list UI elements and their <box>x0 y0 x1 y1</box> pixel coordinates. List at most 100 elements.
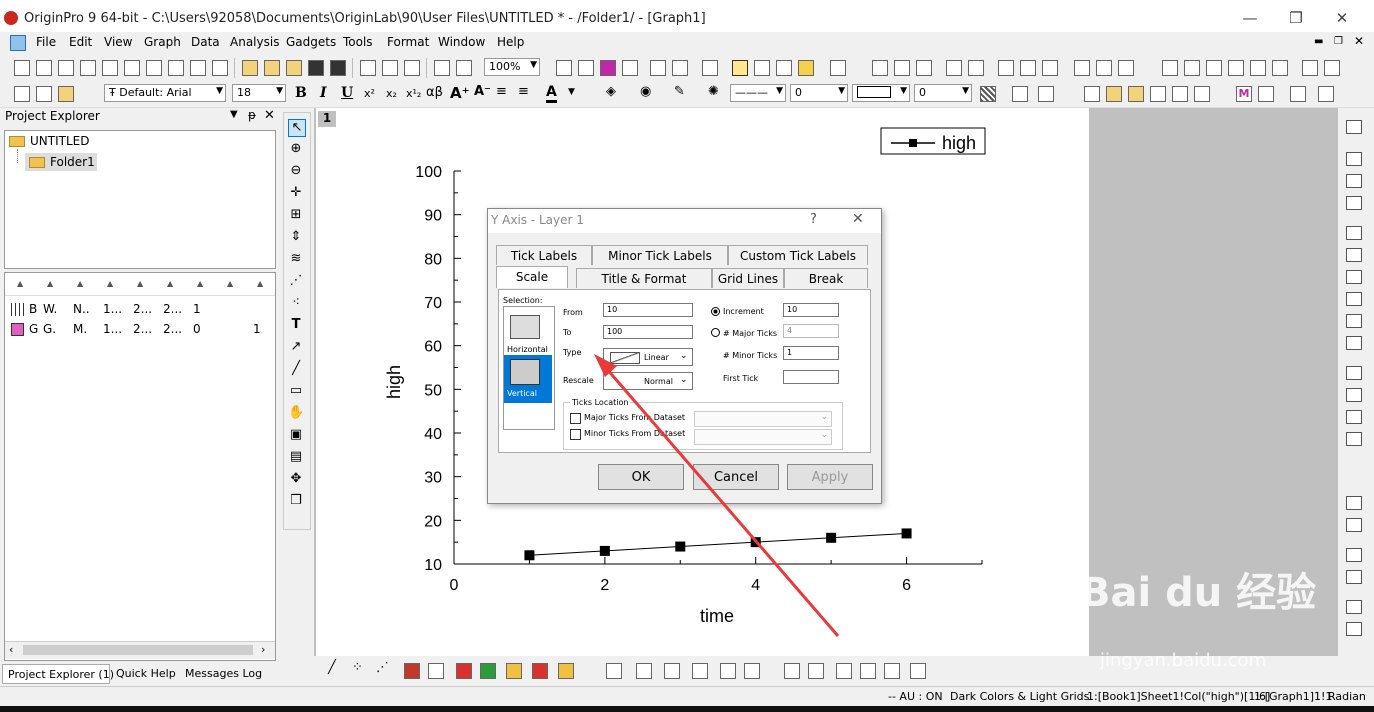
scrollbar-thumb[interactable] <box>23 645 253 655</box>
scatter-plot-icon[interactable]: ⁘ <box>352 660 368 676</box>
panel-menu-icon[interactable]: ▼ <box>230 109 238 120</box>
area-plot-icon[interactable] <box>480 663 496 679</box>
layer-merge-icon[interactable] <box>1346 174 1362 188</box>
save-template-icon[interactable] <box>330 60 346 76</box>
tree-item-folder1[interactable]: Folder1 <box>25 153 97 171</box>
to-input[interactable]: 100 <box>603 325 693 339</box>
major-dataset-select[interactable]: ⌄ <box>694 411 832 427</box>
distribute-icon[interactable] <box>1194 86 1210 102</box>
3d-wire-icon[interactable] <box>664 663 680 679</box>
set-values-icon[interactable] <box>946 60 962 76</box>
selection-vertical-item[interactable]: Vertical <box>504 355 552 403</box>
apply-button[interactable]: Apply <box>787 464 873 490</box>
box-plot-icon[interactable] <box>456 663 472 679</box>
light-icon[interactable] <box>910 663 926 679</box>
data-point[interactable] <box>750 537 761 548</box>
code-builder-icon[interactable] <box>650 60 666 76</box>
axis-left-icon[interactable] <box>1346 270 1362 284</box>
decrease-font-icon[interactable]: A⁻ <box>474 84 491 99</box>
tab-grid-lines[interactable]: Grid Lines <box>712 268 784 288</box>
hatch-pattern-icon[interactable] <box>980 86 996 102</box>
horizontal-scrollbar[interactable]: ‹ › <box>5 641 275 659</box>
region-mask-icon[interactable]: ≋ <box>288 251 304 267</box>
column-chart-icon[interactable] <box>998 60 1014 76</box>
tab-minor-tick-labels[interactable]: Minor Tick Labels <box>592 245 728 265</box>
project-explorer-icon[interactable] <box>702 60 718 76</box>
line-width-select[interactable]: 0 ▼ <box>790 84 848 102</box>
x-tick-label[interactable]: 0 <box>450 577 459 594</box>
major-ticks-radio[interactable] <box>711 328 720 337</box>
sort-arrow-icon[interactable]: ▲ <box>77 279 83 288</box>
line-symbol-plot-icon[interactable]: ⋰ <box>376 660 392 676</box>
font-size-select[interactable]: 18 ▼ <box>232 84 286 102</box>
axis-both-icon[interactable] <box>1346 314 1362 328</box>
y-tick-label[interactable]: 10 <box>424 557 442 574</box>
timestamp-icon[interactable] <box>1346 410 1362 424</box>
data-point[interactable] <box>675 541 686 552</box>
new-graph-icon[interactable] <box>102 60 118 76</box>
mask-range-icon[interactable] <box>1258 86 1274 102</box>
y-tick-label[interactable]: 50 <box>424 382 442 399</box>
menu-window[interactable]: Window <box>438 35 485 49</box>
fill-pattern-icon[interactable] <box>1012 86 1028 102</box>
new-workbook-icon[interactable] <box>36 60 52 76</box>
perspective-icon[interactable] <box>836 663 852 679</box>
pointer-mode-icon[interactable] <box>732 60 748 76</box>
line-style-select[interactable]: ——— ▼ <box>730 84 786 102</box>
ungroup-icon[interactable] <box>1150 86 1166 102</box>
minimize-button[interactable]: — <box>1238 8 1262 28</box>
set-none-icon[interactable] <box>1272 60 1288 76</box>
tree-item-untitled[interactable]: UNTITLED <box>30 134 89 148</box>
set-label-icon[interactable] <box>1250 60 1266 76</box>
clear-x-icon[interactable] <box>1162 60 1178 76</box>
3d-bar-icon[interactable] <box>636 663 652 679</box>
stack-chart-icon[interactable] <box>1042 60 1058 76</box>
new-legend-icon[interactable] <box>1346 388 1362 402</box>
tab-scale[interactable]: Scale <box>496 266 568 288</box>
superscript-icon[interactable]: x² <box>364 87 375 100</box>
filter-clear-icon[interactable] <box>1096 60 1112 76</box>
x-tick-label[interactable]: 2 <box>600 577 609 594</box>
set-error-icon[interactable] <box>1228 60 1244 76</box>
major-dataset-checkbox[interactable] <box>570 413 581 424</box>
3d-scatter-icon[interactable] <box>692 663 708 679</box>
sort-arrow-icon[interactable]: ▲ <box>167 279 173 288</box>
from-input[interactable]: 10 <box>603 303 693 317</box>
align-left-icon[interactable]: ≡ <box>496 84 507 99</box>
font-color-icon[interactable]: A <box>546 84 557 103</box>
statistics-icon[interactable] <box>894 60 910 76</box>
image-plot-icon[interactable] <box>720 663 736 679</box>
column-plot-icon[interactable] <box>404 663 420 679</box>
series-line[interactable] <box>529 532 907 556</box>
mdi-close-icon[interactable]: ✕ <box>1354 34 1364 48</box>
x-axis-title[interactable]: time <box>700 606 734 626</box>
open-icon[interactable] <box>242 60 258 76</box>
sort-arrow-icon[interactable]: ▲ <box>17 279 23 288</box>
y-tick-label[interactable]: 20 <box>424 513 442 530</box>
zoom-in-icon[interactable]: ⊕ <box>288 141 304 157</box>
dialog-close-button[interactable]: ✕ <box>852 211 864 227</box>
new-project-icon[interactable] <box>14 60 30 76</box>
contour-plot-icon[interactable] <box>428 663 444 679</box>
list-item[interactable]: G G. M. 1... 2... 2... 0 1 <box>5 321 275 339</box>
italic-button[interactable]: I <box>320 85 327 101</box>
pin-icon[interactable]: ᵽ <box>248 108 256 122</box>
slideshow-icon[interactable] <box>578 60 594 76</box>
bold-button[interactable]: B <box>295 85 307 101</box>
subscript-icon[interactable]: x₂ <box>386 87 397 100</box>
open-excel-icon[interactable] <box>286 60 302 76</box>
arrange-icon[interactable] <box>1290 86 1306 102</box>
data-point[interactable] <box>599 545 610 556</box>
font-select[interactable]: Ŧ Default: Arial ▼ <box>104 84 226 102</box>
group-icon[interactable] <box>1128 86 1144 102</box>
group-layers-icon[interactable] <box>1346 548 1362 562</box>
mdi-minimize-icon[interactable]: ▬ <box>1314 36 1323 47</box>
line-color-icon[interactable]: ✎ <box>674 84 690 100</box>
sort-arrow-icon[interactable]: ▲ <box>47 279 53 288</box>
close-button[interactable]: ✕ <box>1330 8 1354 28</box>
ok-button[interactable]: OK <box>598 464 684 490</box>
command-window-icon[interactable] <box>672 60 688 76</box>
set-subject-icon[interactable] <box>1324 60 1340 76</box>
stack-right-icon[interactable] <box>1346 518 1362 532</box>
axis-selection-list[interactable]: Horizontal Vertical <box>503 306 555 430</box>
